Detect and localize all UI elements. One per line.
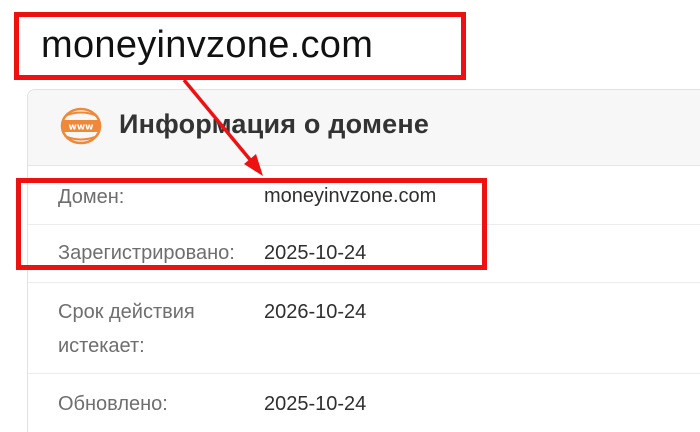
annotation-callout-text: moneyinvzone.com (41, 24, 374, 66)
card-header: www Информация о домене (28, 90, 700, 166)
annotation-highlight-box (16, 178, 487, 270)
annotation-callout-box: moneyinvzone.com (14, 12, 466, 80)
card-title: Информация о домене (119, 109, 430, 139)
www-icon: www (60, 107, 102, 145)
row-label: Срок действия истекает: (58, 301, 195, 357)
svg-text:www: www (69, 123, 94, 133)
info-row-expires: Срок действия истекает: 2026-10-24 (28, 283, 700, 374)
screenshot-stage: www Информация о домене Домен: moneyinvz… (0, 0, 700, 432)
row-value: 2025-10-24 (264, 393, 367, 415)
row-value: 2026-10-24 (264, 301, 367, 323)
info-row-updated: Обновлено: 2025-10-24 (28, 374, 700, 432)
row-label: Обновлено: (58, 393, 168, 415)
